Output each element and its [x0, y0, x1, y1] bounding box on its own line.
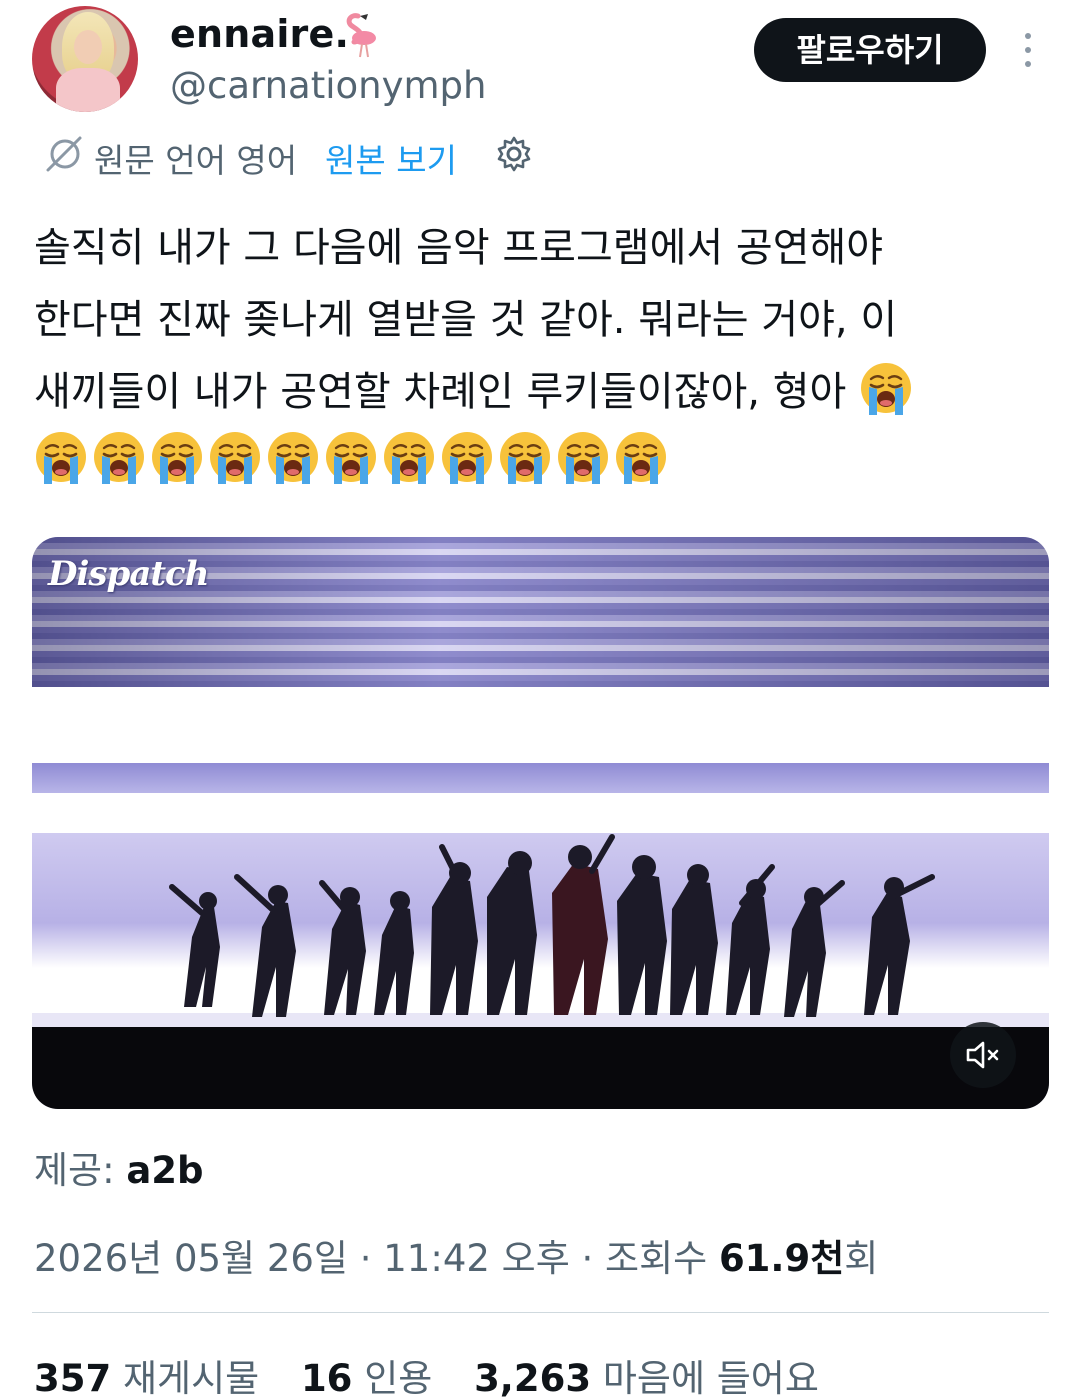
tweet-line: 한다면 진짜 좆나게 열받을 것 같아. 뭐라는 거야, 이	[34, 297, 898, 343]
loudly-crying-face-icon	[384, 432, 434, 484]
loudly-crying-face-icon	[442, 432, 492, 484]
likes-label: 마음에 들어요	[602, 1357, 819, 1398]
loudly-crying-face-icon	[152, 432, 202, 484]
media-provider: 제공: a2b	[34, 1140, 204, 1194]
mute-button[interactable]	[950, 1022, 1016, 1088]
views-number: 61.9	[718, 1237, 811, 1280]
loudly-crying-face-icon	[616, 432, 666, 484]
flamingo-icon	[346, 13, 376, 58]
provider-label: 제공:	[34, 1149, 115, 1192]
avatar[interactable]	[32, 6, 138, 112]
meta-separator: ·	[359, 1237, 372, 1280]
view-original-link[interactable]: 원본 보기	[325, 134, 457, 182]
tweet-line-text: 새끼들이 내가 공연할 차례인 루키들이잖아, 형아	[34, 369, 847, 415]
retweets-label: 재게시물	[123, 1357, 260, 1398]
loudly-crying-face-icon	[36, 432, 86, 484]
handle[interactable]: @carnationymph	[170, 64, 486, 107]
more-vertical-icon[interactable]	[1018, 30, 1038, 70]
divider	[32, 1312, 1049, 1313]
loudly-crying-face-icon	[210, 432, 260, 484]
tweet-text: 솔직히 내가 그 다음에 음악 프로그램에서 공연해야 한다면 진짜 좆나게 열…	[34, 212, 1044, 428]
display-name[interactable]: ennaire.	[170, 12, 349, 56]
loudly-crying-face-icon	[326, 432, 376, 484]
translation-label: 원문 언어 영어	[94, 141, 298, 180]
loudly-crying-face-icon	[268, 432, 318, 484]
tweet-line: 솔직히 내가 그 다음에 음악 프로그램에서 공연해야	[34, 225, 884, 271]
tweet-line: 새끼들이 내가 공연할 차례인 루키들이잖아, 형아	[34, 356, 1044, 428]
tweet-date[interactable]: 2026년 05월 26일	[34, 1237, 348, 1280]
translate-off-icon	[46, 136, 82, 172]
translation-row: 원문 언어 영어 원본 보기	[44, 130, 604, 180]
loudly-crying-face-icon	[861, 363, 912, 415]
quotes-stat[interactable]: 16 인용	[301, 1357, 432, 1398]
loudly-crying-face-icon	[94, 432, 144, 484]
views-label: 조회수	[605, 1237, 708, 1280]
meta-separator: ·	[581, 1237, 594, 1280]
tweet-meta: 2026년 05월 26일 · 11:42 오후 · 조회수 61.9천회	[34, 1228, 878, 1282]
emoji-row	[34, 430, 734, 490]
dispatch-watermark: Dispatch	[48, 554, 209, 594]
tweet-time[interactable]: 11:42 오후	[383, 1237, 569, 1280]
gear-icon[interactable]	[494, 134, 534, 174]
loudly-crying-face-icon	[558, 432, 608, 484]
quotes-label: 인용	[364, 1357, 433, 1398]
retweets-stat[interactable]: 357 재게시물	[34, 1357, 259, 1398]
tweet-detail-page: ennaire. @carnationymph 팔로우하기 원문 언어 영어 원…	[0, 0, 1080, 1398]
video-player[interactable]	[32, 537, 1049, 1109]
provider-name[interactable]: a2b	[126, 1149, 203, 1192]
quotes-count: 16	[300, 1357, 353, 1398]
follow-button[interactable]: 팔로우하기	[754, 18, 986, 82]
speaker-muted-icon	[966, 1041, 999, 1069]
likes-stat[interactable]: 3,263 마음에 들어요	[474, 1357, 819, 1398]
engagement-stats: 357 재게시물 16 인용 3,263 마음에 들어요	[34, 1348, 849, 1398]
retweets-count: 357	[34, 1357, 112, 1398]
loudly-crying-face-icon	[500, 432, 550, 484]
likes-count: 3,263	[474, 1357, 592, 1398]
dancers-silhouette	[169, 834, 935, 1017]
views-suffix: 회	[844, 1237, 879, 1280]
views-unit: 천	[810, 1237, 845, 1280]
